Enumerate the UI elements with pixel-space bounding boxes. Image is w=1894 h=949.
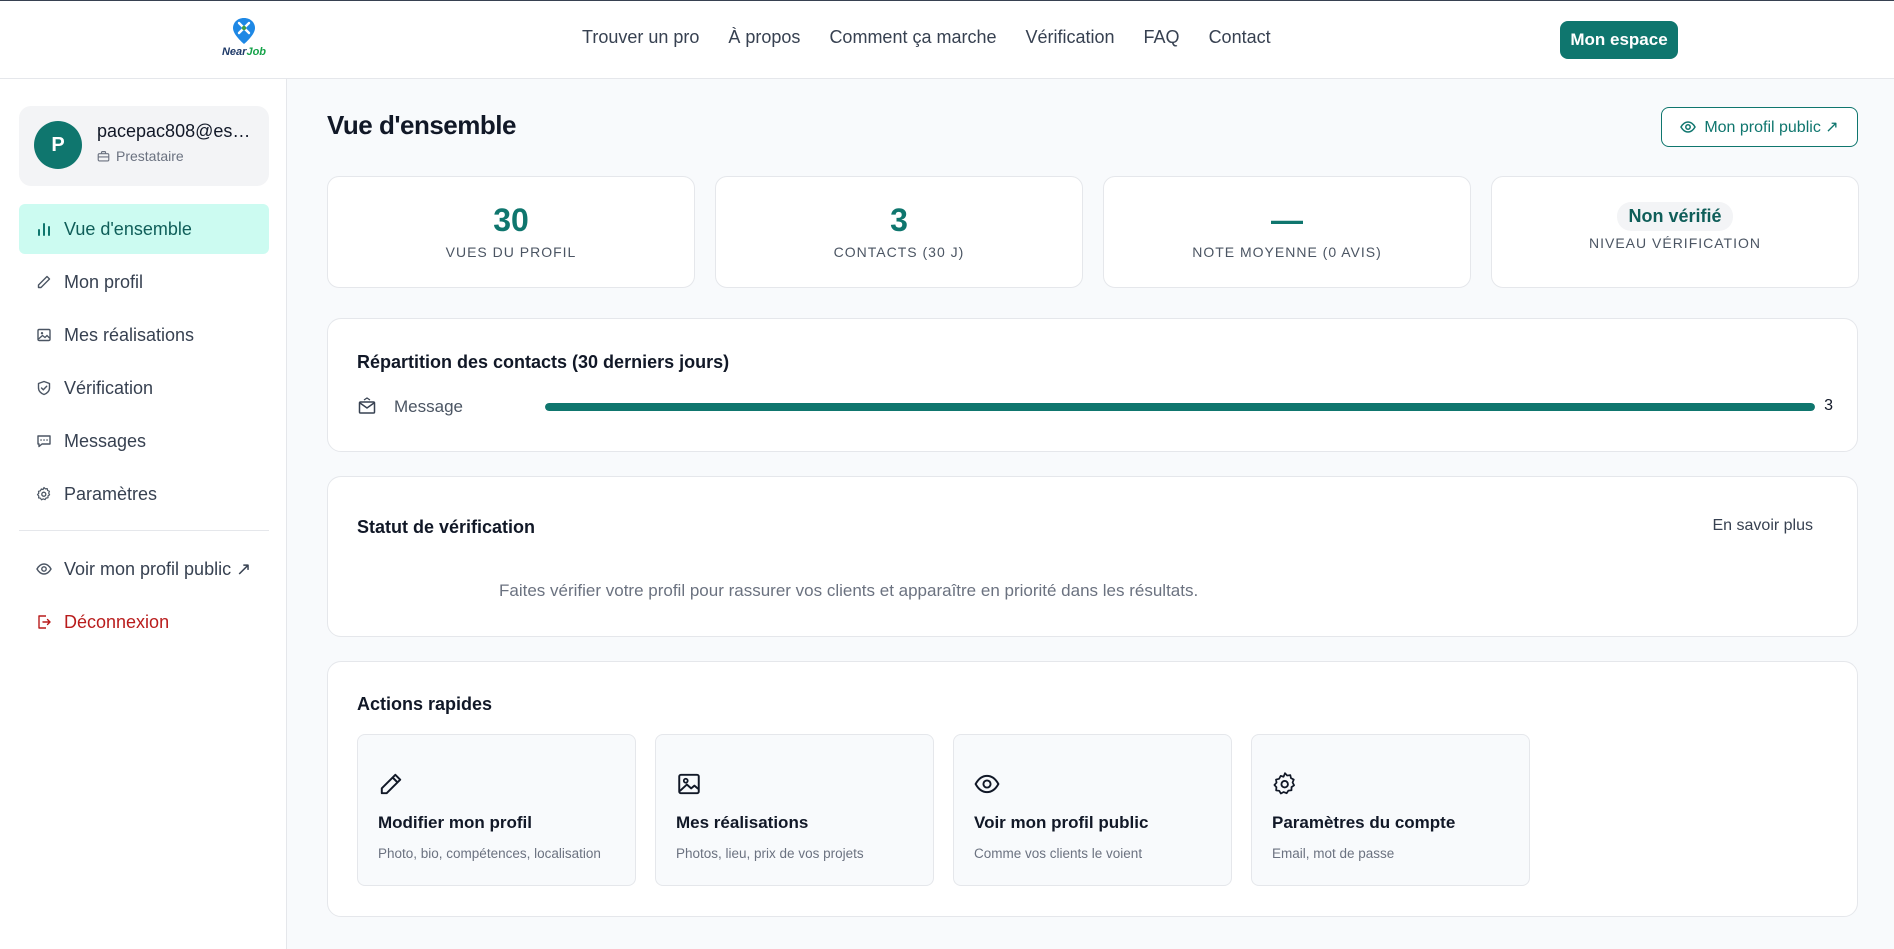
pencil-icon — [378, 771, 404, 797]
logout-icon — [36, 614, 52, 630]
sidebar-item-label: Paramètres — [64, 483, 158, 504]
eye-icon — [1680, 121, 1697, 133]
sidebar-item-deconnexion[interactable]: Déconnexion — [19, 597, 269, 647]
eye-icon — [36, 561, 52, 577]
action-subtitle: Photos, lieu, prix de vos projets — [676, 846, 864, 861]
top-navbar: NearJob Trouver un pro À propos Comment … — [0, 0, 1894, 79]
repartition-count: 3 — [1824, 397, 1833, 414]
verification-card: Statut de vérification En savoir plus Fa… — [327, 476, 1858, 637]
action-modifier-profil[interactable]: Modifier mon profil Photo, bio, compéten… — [357, 734, 636, 886]
sidebar-item-label: Voir mon profil public ↗ — [64, 558, 252, 579]
mon-profil-public-button[interactable]: Mon profil public ↗ — [1661, 107, 1858, 147]
stat-value: 30 — [493, 202, 529, 238]
stat-card-verification: Non vérifié NIVEAU VÉRIFICATION — [1491, 176, 1859, 288]
image-icon — [676, 771, 702, 797]
nav-faq[interactable]: FAQ — [1144, 27, 1180, 48]
briefcase-icon — [97, 150, 110, 162]
sidebar-secondary-menu: Voir mon profil public ↗ Déconnexion — [19, 544, 269, 650]
user-role-label: Prestataire — [116, 148, 184, 164]
nearjob-logo[interactable]: NearJob — [216, 17, 272, 65]
sidebar: P pacepac808@esylia.com Prestataire Vue … — [0, 79, 287, 949]
repartition-card: Répartition des contacts (30 derniers jo… — [327, 318, 1858, 452]
bar-chart-icon — [36, 221, 52, 237]
repartition-bar — [545, 403, 1815, 411]
sidebar-item-voir-profil-public[interactable]: Voir mon profil public ↗ — [19, 544, 269, 594]
action-title: Mes réalisations — [676, 813, 809, 832]
stat-label: CONTACTS (30 J) — [833, 244, 965, 260]
sidebar-item-label: Messages — [64, 430, 147, 451]
actions-card: Actions rapides Modifier mon profil Phot… — [327, 661, 1858, 917]
avatar: P — [34, 121, 82, 169]
logo-text: NearJob — [221, 46, 267, 58]
action-title: Modifier mon profil — [378, 813, 532, 832]
action-subtitle: Comme vos clients le voient — [974, 846, 1143, 861]
sidebar-item-label: Déconnexion — [64, 611, 170, 632]
user-email: pacepac808@esylia.com — [97, 121, 257, 141]
user-role: Prestataire — [97, 148, 184, 164]
sidebar-item-mes-realisations[interactable]: Mes réalisations — [19, 310, 269, 360]
sidebar-item-messages[interactable]: Messages — [19, 416, 269, 466]
page-title: Vue d'ensemble — [327, 110, 516, 140]
eye-icon — [974, 771, 1000, 797]
stat-label: NOTE MOYENNE (0 AVIS) — [1192, 244, 1382, 260]
main-nav: Trouver un pro À propos Comment ça march… — [582, 27, 1300, 48]
gear-icon — [1272, 771, 1298, 797]
nav-verification[interactable]: Vérification — [1026, 27, 1115, 48]
user-card: P pacepac808@esylia.com Prestataire — [19, 106, 269, 186]
pencil-icon — [36, 274, 52, 290]
sidebar-item-label: Mes réalisations — [64, 324, 195, 345]
image-icon — [36, 327, 52, 343]
mail-icon — [357, 397, 377, 422]
sidebar-menu: Vue d'ensemble Mon profil Mes réalisatio… — [19, 204, 269, 522]
stat-value: — — [1271, 202, 1303, 238]
stat-card-note: — NOTE MOYENNE (0 AVIS) — [1103, 176, 1471, 288]
repartition-label: Message — [394, 397, 463, 416]
sidebar-item-label: Vérification — [64, 377, 154, 398]
repartition-title: Répartition des contacts (30 derniers jo… — [357, 352, 730, 372]
mon-profil-public-label: Mon profil public ↗ — [1704, 119, 1839, 136]
verification-description: Faites vérifier votre profil pour rassur… — [499, 581, 1199, 600]
action-title: Voir mon profil public — [974, 813, 1149, 832]
repartition-row-message: Message 3 — [357, 397, 1833, 417]
repartition-bar-fill — [545, 403, 1815, 411]
stat-card-contacts: 3 CONTACTS (30 J) — [715, 176, 1083, 288]
stat-value: 3 — [890, 202, 908, 238]
logo-pin-icon — [233, 18, 255, 44]
sidebar-item-parametres[interactable]: Paramètres — [19, 469, 269, 519]
sidebar-item-vue-ensemble[interactable]: Vue d'ensemble — [19, 204, 269, 254]
nav-comment-ca-marche[interactable]: Comment ça marche — [829, 27, 996, 48]
stat-label: VUES DU PROFIL — [445, 244, 577, 260]
sidebar-divider — [19, 530, 269, 531]
sidebar-item-label: Vue d'ensemble — [64, 218, 192, 239]
shield-check-icon — [36, 380, 52, 396]
action-subtitle: Email, mot de passe — [1272, 846, 1395, 861]
action-parametres-compte[interactable]: Paramètres du compte Email, mot de passe — [1251, 734, 1530, 886]
verification-title: Statut de vérification — [357, 517, 536, 537]
action-voir-profil-public[interactable]: Voir mon profil public Comme vos clients… — [953, 734, 1232, 886]
gear-icon — [36, 486, 52, 502]
nav-contact[interactable]: Contact — [1209, 27, 1271, 48]
stat-card-vues: 30 VUES DU PROFIL — [327, 176, 695, 288]
status-badge: Non vérifié — [1617, 202, 1733, 231]
nav-a-propos[interactable]: À propos — [728, 27, 800, 48]
en-savoir-plus-link[interactable]: En savoir plus — [1713, 517, 1814, 535]
actions-title: Actions rapides — [357, 694, 493, 714]
action-title: Paramètres du compte — [1272, 813, 1456, 832]
mon-espace-button[interactable]: Mon espace — [1560, 21, 1678, 59]
action-mes-realisations[interactable]: Mes réalisations Photos, lieu, prix de v… — [655, 734, 934, 886]
nav-trouver-un-pro[interactable]: Trouver un pro — [582, 27, 699, 48]
message-icon — [36, 433, 52, 449]
stat-label: NIVEAU VÉRIFICATION — [1589, 235, 1761, 251]
action-subtitle: Photo, bio, compétences, localisation — [378, 846, 601, 861]
sidebar-item-mon-profil[interactable]: Mon profil — [19, 257, 269, 307]
sidebar-item-verification[interactable]: Vérification — [19, 363, 269, 413]
sidebar-item-label: Mon profil — [64, 271, 144, 292]
